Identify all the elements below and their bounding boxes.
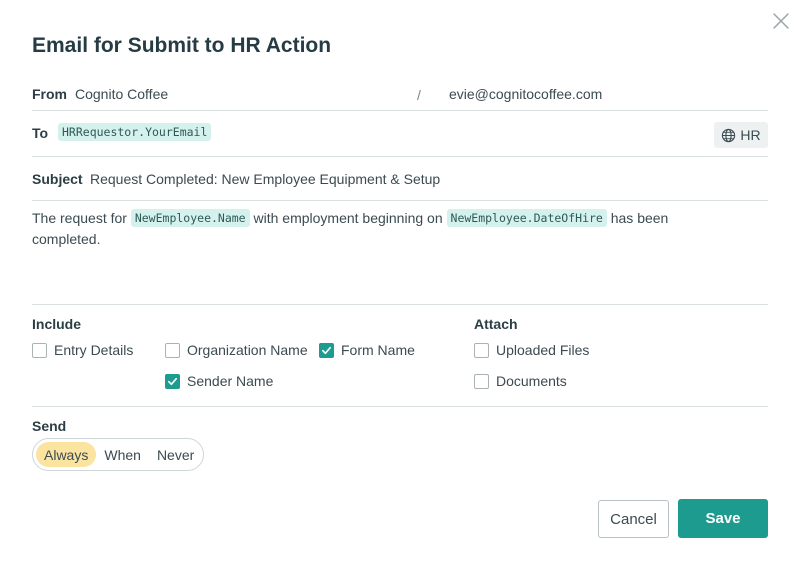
checkbox-label: Documents bbox=[496, 373, 567, 389]
checkbox-sender-name[interactable]: Sender Name bbox=[165, 373, 273, 389]
checkbox-box[interactable] bbox=[32, 342, 47, 358]
globe-icon bbox=[722, 128, 736, 142]
from-name-field[interactable]: Cognito Coffee bbox=[75, 86, 168, 102]
checkbox-label: Entry Details bbox=[54, 342, 134, 358]
checkbox-documents[interactable]: Documents bbox=[474, 373, 567, 389]
close-icon bbox=[773, 13, 789, 29]
language-button[interactable]: HR bbox=[714, 122, 768, 148]
send-label: Send bbox=[32, 418, 67, 434]
send-option-always[interactable]: Always bbox=[36, 442, 97, 467]
divider bbox=[32, 304, 768, 305]
checkbox-box-checked[interactable] bbox=[319, 342, 334, 358]
checkbox-label: Sender Name bbox=[187, 373, 274, 389]
checkbox-form-name[interactable]: Form Name bbox=[319, 342, 415, 358]
save-button[interactable]: Save bbox=[678, 499, 768, 538]
body-token-employee-name[interactable]: NewEmployee.Name bbox=[130, 209, 250, 227]
close-button[interactable] bbox=[772, 12, 790, 30]
checkbox-box-checked[interactable] bbox=[165, 373, 180, 389]
body-text-part: The request for bbox=[32, 210, 127, 226]
checkbox-label: Organization Name bbox=[187, 342, 308, 358]
to-token[interactable]: HRRequestor.YourEmail bbox=[58, 123, 212, 141]
message-body-editor[interactable]: The request for NewEmployee.Name with em… bbox=[32, 208, 732, 250]
checkbox-box[interactable] bbox=[474, 373, 489, 389]
divider bbox=[32, 156, 768, 157]
send-option-when[interactable]: When bbox=[96, 442, 149, 467]
checkmark-icon bbox=[322, 346, 331, 354]
subject-input[interactable]: Request Completed: New Employee Equipmen… bbox=[90, 171, 440, 187]
divider bbox=[32, 110, 768, 111]
checkmark-icon bbox=[168, 377, 177, 385]
send-option-never[interactable]: Never bbox=[149, 442, 202, 467]
language-button-label: HR bbox=[740, 127, 761, 143]
divider bbox=[32, 406, 768, 407]
checkbox-entry-details[interactable]: Entry Details bbox=[32, 342, 133, 358]
from-label: From bbox=[32, 86, 67, 102]
body-text-part: with employment beginning on bbox=[253, 210, 443, 226]
send-segmented-control: Always When Never bbox=[32, 438, 204, 471]
include-label: Include bbox=[32, 316, 82, 332]
subject-row: Subject Request Completed: New Employee … bbox=[32, 171, 768, 191]
to-row: To HRRequestor.YourEmail HR bbox=[32, 121, 768, 149]
checkbox-box[interactable] bbox=[165, 342, 180, 358]
dialog-title: Email for Submit to HR Action bbox=[32, 34, 332, 57]
to-label: To bbox=[32, 125, 49, 141]
checkbox-label: Form Name bbox=[341, 342, 415, 358]
checkbox-uploaded-files[interactable]: Uploaded Files bbox=[474, 342, 589, 358]
attach-label: Attach bbox=[474, 316, 518, 332]
body-token-date-of-hire[interactable]: NewEmployee.DateOfHire bbox=[446, 209, 607, 227]
cancel-button[interactable]: Cancel bbox=[598, 500, 669, 538]
divider bbox=[32, 200, 768, 201]
subject-label: Subject bbox=[32, 171, 83, 187]
from-email-field[interactable]: evie@cognitocoffee.com bbox=[449, 86, 602, 102]
checkbox-box[interactable] bbox=[474, 342, 489, 358]
checkbox-organization-name[interactable]: Organization Name bbox=[165, 342, 308, 358]
email-dialog: Email for Submit to HR Action From Cogni… bbox=[0, 0, 800, 569]
from-row: From Cognito Coffee / evie@cognitocoffee… bbox=[32, 86, 768, 106]
checkbox-label: Uploaded Files bbox=[496, 342, 590, 358]
from-separator: / bbox=[417, 87, 421, 103]
